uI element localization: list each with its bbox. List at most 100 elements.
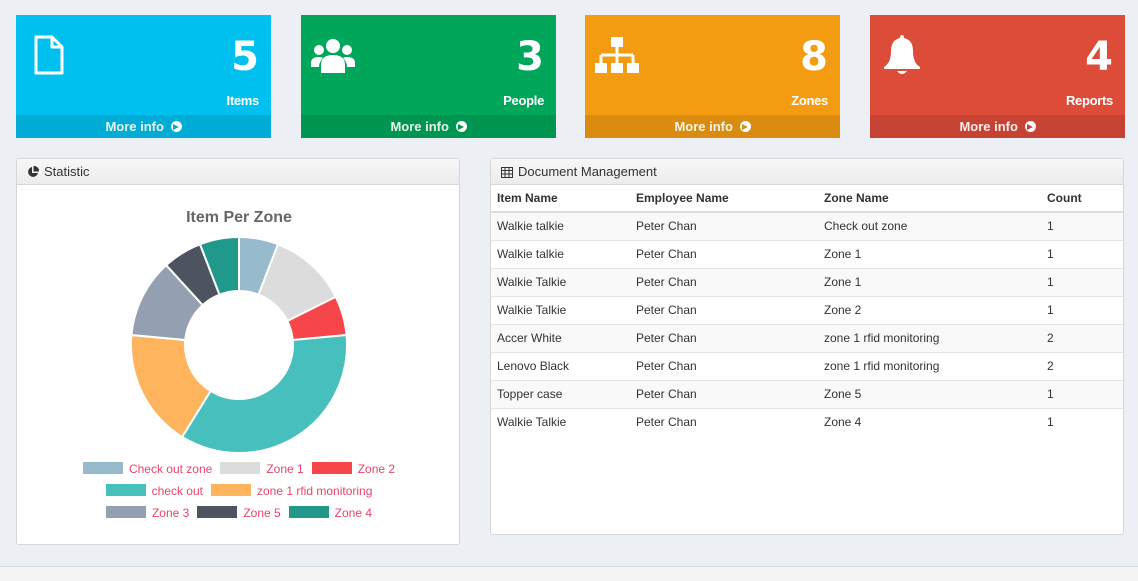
table-row: Walkie Talkie Peter Chan Zone 41 bbox=[491, 407, 1123, 436]
chart-title: Item Per Zone bbox=[186, 209, 292, 226]
reports-label: Reports bbox=[1065, 93, 1113, 108]
cell-item-name: Accer White bbox=[491, 323, 630, 352]
statistic-panel-header: Statistic bbox=[17, 159, 459, 185]
cell-employee-name: Peter Chan bbox=[630, 379, 818, 408]
cell-zone-name: Zone 1 bbox=[818, 267, 1041, 296]
zones-more-info-link[interactable]: More info bbox=[585, 115, 840, 138]
column-header-employee-name: Employee Name bbox=[630, 185, 818, 213]
cell-item-name: Walkie talkie bbox=[491, 239, 630, 268]
column-header-zone-name: Zone Name bbox=[818, 185, 1041, 213]
zones-count: 8 bbox=[800, 34, 828, 80]
people-box: 3 People More info bbox=[301, 15, 556, 138]
page-footer-bar bbox=[0, 566, 1138, 581]
cell-zone-name: Zone 2 bbox=[818, 295, 1041, 324]
arrow-circle-right-icon bbox=[455, 121, 467, 132]
legend-label: Zone 1 bbox=[266, 462, 304, 476]
document-icon bbox=[34, 35, 64, 75]
legend-item: Zone 4 bbox=[288, 506, 373, 520]
more-info-label: More info bbox=[105, 119, 164, 134]
table-row: Walkie talkie Peter Chan Check out zone 1 bbox=[491, 211, 1123, 240]
items-box: 5 Items More info bbox=[16, 15, 271, 138]
users-icon bbox=[311, 39, 355, 73]
zones-label: Zones bbox=[791, 93, 828, 108]
table-row: Walkie talkie Peter Chan Zone 11 bbox=[491, 239, 1123, 268]
cell-zone-name: Check out zone bbox=[818, 211, 1041, 240]
legend-label: Zone 3 bbox=[151, 506, 190, 520]
pie-chart-icon bbox=[28, 166, 39, 177]
statistic-panel: Statistic Item Per Zone Check out zone Zo… bbox=[16, 158, 460, 545]
chart-legend-row: check out zone 1 rfid monitoring bbox=[17, 484, 461, 498]
chart-legend-row: Zone 3 Zone 5 Zone 4 bbox=[17, 506, 461, 520]
legend-item: Zone 5 bbox=[197, 506, 281, 520]
cell-employee-name: Peter Chan bbox=[630, 295, 818, 324]
legend-swatch bbox=[105, 506, 146, 518]
items-more-info-link[interactable]: More info bbox=[16, 115, 271, 138]
document-management-panel: Document Management Item Name Employee N… bbox=[490, 158, 1124, 535]
cell-employee-name: Peter Chan bbox=[630, 211, 818, 240]
legend-label: zone 1 rfid monitoring bbox=[256, 484, 373, 498]
legend-label: Check out zone bbox=[128, 462, 213, 476]
statistic-title: Statistic bbox=[44, 164, 90, 179]
table-icon bbox=[501, 167, 513, 178]
cell-employee-name: Peter Chan bbox=[630, 351, 818, 380]
legend-label: Zone 4 bbox=[334, 506, 373, 520]
arrow-circle-right-icon bbox=[1024, 121, 1036, 132]
legend-label: Zone 5 bbox=[243, 506, 281, 520]
zones-box: 8 Zones More info bbox=[585, 15, 840, 138]
table-row: Accer White Peter Chan zone 1 rfid monitor… bbox=[491, 323, 1123, 352]
legend-swatch bbox=[210, 484, 251, 496]
more-info-label: More info bbox=[390, 119, 449, 134]
cell-item-name: Walkie Talkie bbox=[491, 267, 630, 296]
legend-item: zone 1 rfid monitoring bbox=[210, 484, 373, 498]
cell-item-name: Walkie Talkie bbox=[491, 295, 630, 324]
legend-item: check out bbox=[105, 484, 203, 498]
cell-item-name: Walkie talkie bbox=[491, 211, 630, 240]
cell-count: 1 bbox=[1041, 379, 1123, 408]
table-body: Walkie talkie Peter Chan Check out zone 1 Wa… bbox=[491, 211, 1123, 436]
people-box-body: 3 People bbox=[301, 15, 556, 115]
reports-count: 4 bbox=[1085, 34, 1113, 80]
arrow-circle-right-icon bbox=[739, 121, 751, 132]
legend-label: Zone 2 bbox=[357, 462, 396, 476]
people-more-info-link[interactable]: More info bbox=[301, 115, 556, 138]
document-management-title: Document Management bbox=[518, 164, 657, 179]
table-header-row: Item Name Employee Name Zone Name Count bbox=[491, 185, 1123, 213]
table-row: Walkie Talkie Peter Chan Zone 21 bbox=[491, 295, 1123, 324]
table-row: Walkie Talkie Peter Chan Zone 11 bbox=[491, 267, 1123, 296]
legend-item: Check out zone bbox=[82, 462, 213, 476]
document-management-header: Document Management bbox=[491, 159, 1123, 185]
items-count: 5 bbox=[231, 34, 259, 80]
legend-swatch bbox=[197, 506, 238, 518]
chart-legend-row: Check out zone Zone 1 Zone 2 bbox=[17, 462, 461, 476]
cell-item-name: Walkie Talkie bbox=[491, 407, 630, 436]
cell-zone-name: zone 1 rfid monitoring bbox=[818, 323, 1041, 352]
people-count: 3 bbox=[516, 34, 544, 80]
reports-box-body: 4 Reports bbox=[870, 15, 1125, 115]
arrow-circle-right-icon bbox=[170, 121, 182, 132]
cell-count: 1 bbox=[1041, 267, 1123, 296]
document-table: Item Name Employee Name Zone Name Count … bbox=[491, 185, 1123, 436]
legend-swatch bbox=[311, 462, 352, 474]
column-header-count: Count bbox=[1041, 185, 1123, 213]
cell-item-name: Lenovo Black bbox=[491, 351, 630, 380]
cell-count: 1 bbox=[1041, 407, 1123, 436]
cell-count: 1 bbox=[1041, 239, 1123, 268]
cell-count: 2 bbox=[1041, 323, 1123, 352]
cell-employee-name: Peter Chan bbox=[630, 323, 818, 352]
legend-swatch bbox=[220, 462, 261, 474]
column-header-item-name: Item Name bbox=[491, 185, 630, 213]
legend-item: Zone 2 bbox=[311, 462, 396, 476]
more-info-label: More info bbox=[674, 119, 733, 134]
more-info-label: More info bbox=[959, 119, 1018, 134]
zones-box-body: 8 Zones bbox=[585, 15, 840, 115]
cell-count: 1 bbox=[1041, 295, 1123, 324]
items-label: Items bbox=[226, 93, 260, 108]
reports-more-info-link[interactable]: More info bbox=[870, 115, 1125, 138]
cell-employee-name: Peter Chan bbox=[630, 239, 818, 268]
items-box-body: 5 Items bbox=[16, 15, 271, 115]
cell-zone-name: Zone 4 bbox=[818, 407, 1041, 436]
bell-icon bbox=[884, 35, 920, 74]
cell-employee-name: Peter Chan bbox=[630, 267, 818, 296]
legend-item: Zone 3 bbox=[105, 506, 190, 520]
cell-zone-name: Zone 1 bbox=[818, 239, 1041, 268]
